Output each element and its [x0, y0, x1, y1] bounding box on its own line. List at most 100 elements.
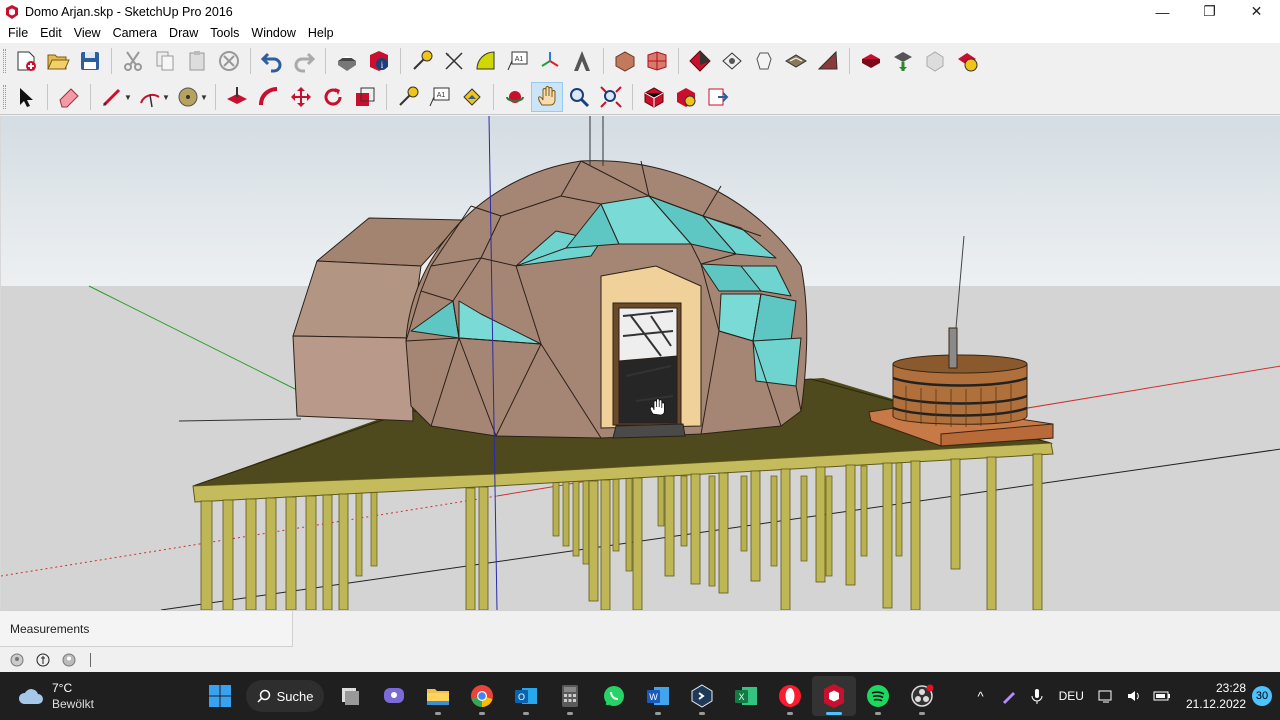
measurements-box[interactable]: Measurements — [0, 611, 293, 647]
erase-icon[interactable] — [213, 46, 245, 76]
microphone-icon[interactable] — [1025, 684, 1049, 708]
battery-icon[interactable] — [1150, 684, 1174, 708]
send-to-layout-icon[interactable] — [702, 82, 734, 112]
toolbar-grip[interactable] — [3, 49, 6, 73]
tape-measure-icon[interactable] — [392, 82, 424, 112]
add-location-icon[interactable] — [951, 46, 983, 76]
extension-warehouse-icon[interactable] — [716, 46, 748, 76]
text-icon[interactable]: A1 — [502, 46, 534, 76]
model-viewport[interactable] — [0, 116, 1280, 610]
chevron-up-icon[interactable]: ^ — [969, 684, 993, 708]
toolbar-separator — [678, 48, 679, 74]
dimension-icon[interactable] — [438, 46, 470, 76]
whatsapp-icon[interactable] — [592, 676, 636, 716]
redo-icon[interactable] — [288, 46, 320, 76]
chat-icon[interactable] — [372, 676, 416, 716]
minimize-button[interactable]: — — [1139, 0, 1186, 23]
cut-icon[interactable] — [117, 46, 149, 76]
pen-icon[interactable] — [997, 684, 1021, 708]
chrome-icon[interactable] — [460, 676, 504, 716]
scale-icon[interactable] — [349, 82, 381, 112]
paint-bucket-icon[interactable] — [456, 82, 488, 112]
clock-time: 23:28 — [1215, 681, 1246, 695]
axes-icon[interactable] — [534, 46, 566, 76]
menu-window[interactable]: Window — [245, 23, 301, 43]
toolbar-row-tools: ▼ ▼ ▼ A1 — [0, 80, 734, 114]
undo-icon[interactable] — [256, 46, 288, 76]
notification-badge[interactable]: 30 — [1252, 686, 1272, 706]
3d-text-icon[interactable] — [566, 46, 598, 76]
opera-icon[interactable] — [768, 676, 812, 716]
menu-draw[interactable]: Draw — [163, 23, 204, 43]
volume-icon[interactable] — [1122, 684, 1146, 708]
toolbar-grip[interactable] — [3, 85, 6, 109]
task-view-icon[interactable] — [328, 676, 372, 716]
text-icon[interactable]: A1 — [424, 82, 456, 112]
menu-edit[interactable]: Edit — [34, 23, 68, 43]
network-icon[interactable] — [1094, 684, 1118, 708]
share-model-icon[interactable] — [641, 46, 673, 76]
menu-tools[interactable]: Tools — [204, 23, 245, 43]
share-component-icon[interactable] — [684, 46, 716, 76]
rotate-icon[interactable] — [317, 82, 349, 112]
excel-icon[interactable]: X — [724, 676, 768, 716]
input-language[interactable]: DEU — [1059, 689, 1084, 703]
eraser-icon[interactable] — [53, 82, 85, 112]
arc-dropdown-icon[interactable]: ▼ — [162, 82, 170, 112]
toolbar-separator — [90, 84, 91, 110]
zoom-extents-icon[interactable] — [595, 82, 627, 112]
credits-icon[interactable] — [35, 652, 51, 668]
layout-icon[interactable] — [748, 46, 780, 76]
solid-tools-icon[interactable] — [919, 46, 951, 76]
copy-icon[interactable] — [149, 46, 181, 76]
paste-icon[interactable] — [181, 46, 213, 76]
push-pull-icon[interactable] — [221, 82, 253, 112]
print-icon[interactable] — [331, 46, 363, 76]
follow-me-icon[interactable] — [253, 82, 285, 112]
vscode-icon[interactable] — [680, 676, 724, 716]
sandbox-icon[interactable] — [780, 46, 812, 76]
select-icon[interactable] — [10, 82, 42, 112]
pan-icon[interactable] — [531, 82, 563, 112]
weather-widget[interactable]: 7°C Bewölkt — [18, 680, 94, 712]
measurements-bar: Measurements — [0, 610, 1280, 648]
styles-icon[interactable] — [812, 46, 844, 76]
user-icon[interactable] — [61, 652, 77, 668]
new-icon[interactable] — [10, 46, 42, 76]
toolbar-row-standard: i A1 — [0, 44, 983, 78]
sketchup-icon[interactable] — [812, 676, 856, 716]
file-explorer-icon[interactable] — [416, 676, 460, 716]
viewport-scene[interactable] — [1, 116, 1280, 610]
maximize-button[interactable]: ❐ — [1186, 0, 1233, 23]
zoom-icon[interactable] — [563, 82, 595, 112]
obs-icon[interactable] — [900, 676, 944, 716]
close-button[interactable]: ✕ — [1233, 0, 1280, 23]
outlook-icon[interactable]: O — [504, 676, 548, 716]
extension-icon[interactable] — [670, 82, 702, 112]
line-dropdown-icon[interactable]: ▼ — [124, 82, 132, 112]
start-icon[interactable] — [198, 676, 242, 716]
menu-file[interactable]: File — [2, 23, 34, 43]
tape-measure-icon[interactable] — [406, 46, 438, 76]
move-icon[interactable] — [285, 82, 317, 112]
menu-view[interactable]: View — [68, 23, 107, 43]
calculator-icon[interactable] — [548, 676, 592, 716]
search-button[interactable]: Suche — [246, 680, 324, 712]
measurements-label: Measurements — [10, 622, 90, 636]
warehouse-icon[interactable] — [638, 82, 670, 112]
word-icon[interactable]: W — [636, 676, 680, 716]
circle-dropdown-icon[interactable]: ▼ — [200, 82, 208, 112]
get-models-icon[interactable] — [609, 46, 641, 76]
geo-location-icon[interactable] — [9, 652, 25, 668]
menu-help[interactable]: Help — [302, 23, 340, 43]
clock[interactable]: 23:28 21.12.2022 — [1186, 680, 1246, 712]
menu-camera[interactable]: Camera — [107, 23, 163, 43]
shadows-icon[interactable] — [855, 46, 887, 76]
orbit-icon[interactable] — [499, 82, 531, 112]
section-icon[interactable] — [887, 46, 919, 76]
spotify-icon[interactable] — [856, 676, 900, 716]
protractor-icon[interactable] — [470, 46, 502, 76]
open-icon[interactable] — [42, 46, 74, 76]
save-icon[interactable] — [74, 46, 106, 76]
model-info-icon[interactable]: i — [363, 46, 395, 76]
